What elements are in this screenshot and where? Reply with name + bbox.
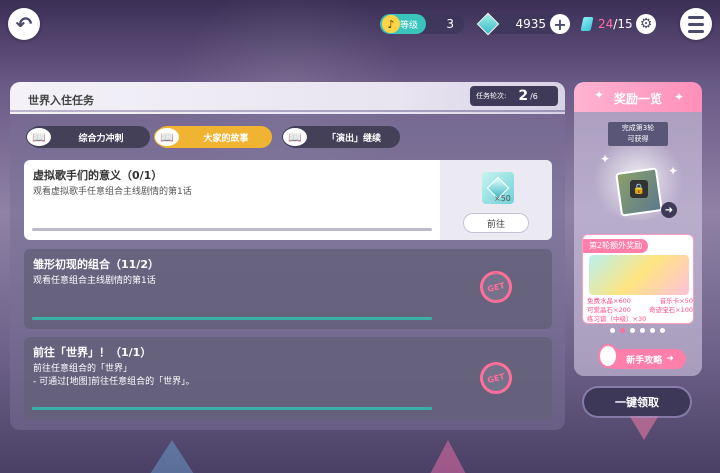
plus-icon: +: [553, 14, 567, 34]
bonus-reward-card[interactable]: 第2轮额外奖励 免费水晶×600 音乐卡×50 可爱晶石×200 奇迹宝石×100 …: [582, 234, 694, 324]
menu-button[interactable]: [680, 8, 712, 40]
settings-button[interactable]: ⚙: [636, 14, 656, 34]
music-note-icon: ♪: [382, 15, 400, 33]
bonus-item: 免费水晶×600: [587, 297, 631, 305]
carousel-dot[interactable]: [660, 328, 665, 333]
bonus-item: 奇迹宝石×100: [649, 306, 693, 314]
round-total: /6: [530, 91, 538, 101]
tab-power-sprint[interactable]: 📖 综合力冲刺: [26, 126, 150, 148]
carousel-dot[interactable]: [640, 328, 645, 333]
book-icon: 📖: [282, 127, 308, 147]
round-current: 2: [518, 88, 529, 104]
tab-label: 综合力冲刺: [78, 133, 124, 144]
header-divider: [10, 110, 565, 112]
carousel-dot[interactable]: [650, 328, 655, 333]
bonus-item: 音乐卡×50: [659, 297, 693, 305]
bonus-item-list: 免费水晶×600 音乐卡×50 可爱晶石×200 奇迹宝石×100 练习谱（中级）×…: [587, 297, 693, 323]
level-value: 3: [446, 17, 454, 31]
task-desc-line: 前往任意组合的「世界」: [33, 364, 133, 374]
arrow-right-icon: ➜: [666, 354, 674, 364]
carousel-dot[interactable]: [630, 328, 635, 333]
task-title: 虚拟歌手们的意义（0/1）: [33, 169, 163, 182]
task-title: 雏形初现的组合（11/2）: [33, 258, 159, 271]
book-icon: 📖: [154, 127, 180, 147]
tab-label: 「演出」继续: [326, 133, 381, 144]
sparkle-icon: ✦: [674, 90, 685, 104]
task-progress-fill: [32, 407, 432, 410]
task-title: 前往「世界」！（1/1）: [33, 346, 152, 359]
ticket-counter: 24 /15: [580, 14, 634, 34]
background-triangle: [150, 440, 194, 473]
guide-mascot-icon: [598, 344, 618, 368]
sparkle-icon: ✦: [668, 164, 679, 178]
menu-icon: [688, 15, 704, 19]
condition-line: 可获得: [627, 135, 649, 143]
reward-panel: ✦ 奖励一览 ✦ 完成第3轮 可获得 ✦ ✦ 🔒 ➜ 第2轮额外奖励 免费水晶×…: [574, 82, 702, 376]
task-progress-bar: [32, 228, 432, 231]
round-label: 任务轮次:: [476, 92, 507, 100]
back-arrow-icon: ↶: [15, 12, 33, 36]
task-desc-line: - 可通过[地图]前往任意组合的「世界」。: [33, 377, 195, 387]
panel-title: 世界入住任务: [28, 94, 94, 107]
task-progress-fill: [32, 317, 432, 320]
bonus-reward-image: [589, 255, 689, 295]
lock-icon: 🔒: [630, 180, 648, 198]
bonus-label: 第2轮额外奖励: [583, 239, 649, 253]
ticket-current: 24: [598, 17, 614, 31]
go-button[interactable]: 前往: [463, 213, 529, 233]
tab-label: 大家的故事: [203, 133, 249, 144]
task-card: 前往「世界」！（1/1） 前往任意组合的「世界」 - 可通过[地图]前往任意组合…: [24, 337, 552, 419]
chevron-right-icon: ➜: [664, 204, 674, 216]
task-desc: 观看虚拟歌手任意组合主线剧情的第1话: [33, 187, 192, 197]
get-stamp-icon: GET: [476, 267, 516, 307]
next-reward-button[interactable]: ➜: [661, 202, 677, 218]
task-card: 虚拟歌手们的意义（0/1） 观看虚拟歌手任意组合主线剧情的第1话 ×50 前往: [24, 160, 552, 240]
book-icon: 📖: [26, 127, 52, 147]
carousel-dot[interactable]: [620, 328, 625, 333]
condition-line: 完成第3轮: [621, 124, 655, 132]
ticket-max: /15: [613, 17, 633, 31]
bonus-item: 练习谱（中级）×30: [587, 315, 647, 323]
background-triangle: [430, 440, 466, 473]
task-desc: 前往任意组合的「世界」 - 可通过[地图]前往任意组合的「世界」。: [33, 363, 195, 389]
task-progress-bar: [32, 407, 432, 410]
back-button[interactable]: ↶: [8, 8, 40, 40]
ticket-icon: [580, 17, 594, 31]
task-card: 雏形初现的组合（11/2） 观看任意组合主线剧情的第1话 GET: [24, 249, 552, 329]
round-indicator: 任务轮次: 2 /6: [470, 86, 558, 106]
tab-everyone-story[interactable]: 📖 大家的故事: [154, 126, 272, 148]
sparkle-icon: ✦: [600, 152, 611, 166]
claim-all-button[interactable]: 一键领取: [584, 388, 690, 416]
level-tag: ♪ 等级: [380, 14, 427, 34]
reward-condition: 完成第3轮 可获得: [608, 122, 668, 146]
level-label: 等级: [400, 20, 419, 31]
get-stamp-icon: GET: [476, 358, 516, 398]
guide-label: 新手攻略: [626, 355, 663, 366]
reward-quantity: ×50: [494, 194, 511, 203]
task-progress-bar: [32, 317, 432, 320]
reward-header: ✦ 奖励一览 ✦: [574, 82, 702, 112]
tab-performance-continue[interactable]: 📖 「演出」继续: [282, 126, 400, 148]
task-desc: 观看任意组合主线剧情的第1话: [33, 276, 156, 286]
bonus-item: 可爱晶石×200: [587, 306, 631, 314]
level-indicator: ♪ 等级 3: [380, 14, 464, 34]
carousel-dot[interactable]: [610, 328, 615, 333]
carousel-dots: [610, 328, 665, 333]
gear-icon: ⚙: [639, 16, 653, 32]
add-gems-button[interactable]: +: [550, 14, 570, 34]
panel-header: 世界入住任务 任务轮次: 2 /6: [10, 82, 565, 114]
